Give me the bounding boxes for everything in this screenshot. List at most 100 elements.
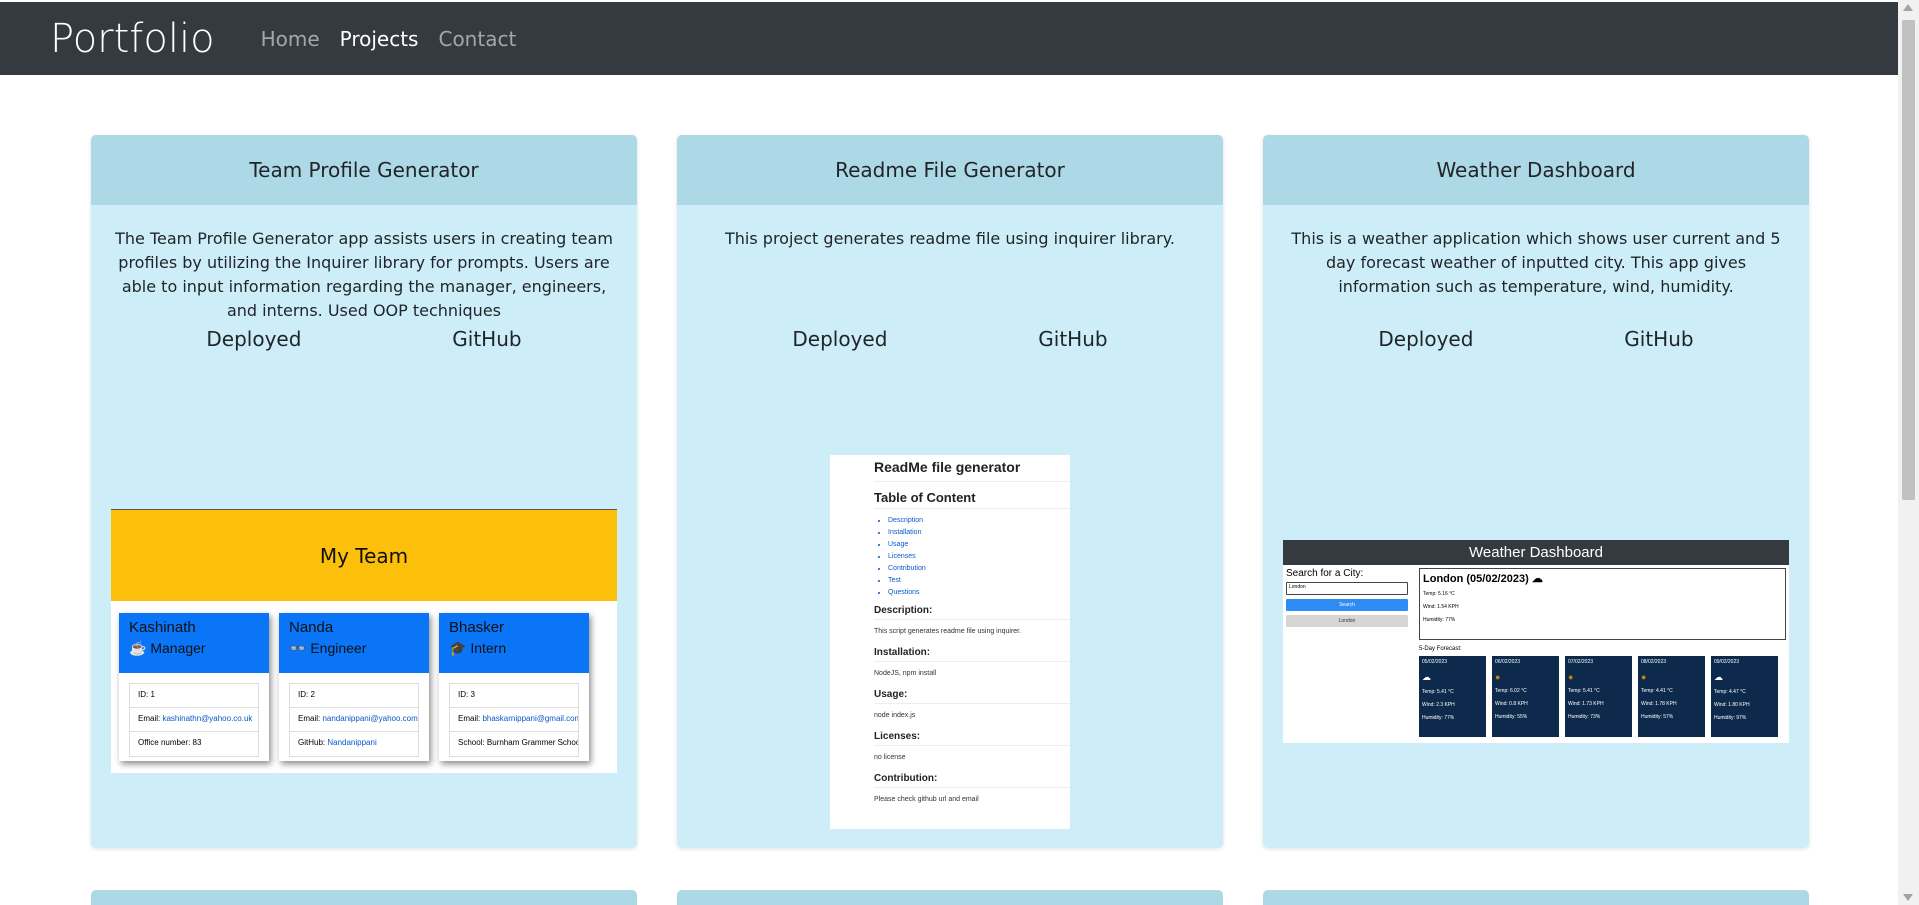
readme-section-text: Please check github url and email <box>874 796 979 803</box>
forecast-temp: Temp: 4.41 °C <box>1641 688 1673 694</box>
forecast-day: 07/02/2023 ● Temp: 5.41 °C Wind: 1.73 KP… <box>1565 656 1632 737</box>
toc-item[interactable]: Questions <box>888 587 1070 599</box>
member-email-link[interactable]: nandanippani@yahoo.com <box>322 714 417 723</box>
nav-home-link[interactable]: Home <box>261 27 320 51</box>
cloud-icon: ☁ <box>1714 672 1723 682</box>
page-scrollbar[interactable] <box>1898 0 1919 905</box>
forecast-humidity: Humidity: 57% <box>1641 714 1674 720</box>
member-name: Bhasker <box>449 619 505 636</box>
member-card: Bhasker 🎓 Intern ID: 3 Email: bhaskarnip… <box>439 613 589 761</box>
project-description: This is a weather application which show… <box>1291 229 1781 296</box>
member-email-label: Email: <box>138 714 163 723</box>
member-email-row: Email: bhaskarnippani@gmail.com <box>450 708 578 732</box>
team-profile-screenshot: My Team Kashinath ☕ Manager ID: 1 Email:… <box>111 509 617 773</box>
nav-contact-link[interactable]: Contact <box>438 27 516 51</box>
weather-current: London (05/02/2023) ☁ Temp: 5.16 °C Wind… <box>1419 568 1786 640</box>
forecast-humidity: Humidity: 55% <box>1495 714 1528 720</box>
project-card-weather: Weather Dashboard This is a weather appl… <box>1263 135 1809 848</box>
toc-item[interactable]: Usage <box>888 539 1070 551</box>
member-name: Kashinath <box>129 619 196 636</box>
weather-screenshot: Weather Dashboard Search for a City: Lon… <box>1283 540 1789 743</box>
member-office: Office number: 83 <box>138 738 202 747</box>
member-role: Manager <box>150 640 206 656</box>
forecast-day: 05/02/2023 ☁ Temp: 5.41 °C Wind: 2.3 KPH… <box>1419 656 1486 737</box>
weather-search-input[interactable]: London <box>1286 582 1408 595</box>
forecast-date: 07/02/2023 <box>1568 659 1594 665</box>
moon-icon: ● <box>1568 672 1574 682</box>
member-role-row: 👓 Engineer <box>289 640 419 657</box>
moon-icon: ● <box>1495 672 1501 682</box>
project-title: Team Profile Generator <box>91 135 637 205</box>
brand-link[interactable]: Portfolio <box>50 16 215 62</box>
member-id: ID: 1 <box>130 684 258 708</box>
forecast-wind: Wind: 1.78 KPH <box>1641 701 1677 707</box>
forecast-title: 5-Day Forecast: <box>1419 646 1462 652</box>
member-details: ID: 1 Email: kashinathn@yahoo.co.uk Offi… <box>129 683 259 757</box>
member-card: Nanda 👓 Engineer ID: 2 Email: nandanippa… <box>279 613 429 761</box>
readme-section-text: NodeJS, npm install <box>874 670 937 677</box>
member-card-header: Kashinath ☕ Manager <box>119 613 269 673</box>
readme-toc-title: Table of Content <box>874 490 1070 509</box>
readme-screenshot: ReadMe file generator Table of Content D… <box>830 455 1070 829</box>
toc-item[interactable]: Contribution <box>888 563 1070 575</box>
deployed-link[interactable]: Deployed <box>206 327 301 351</box>
member-id: ID: 2 <box>290 684 418 708</box>
project-card-partial <box>1263 890 1809 905</box>
forecast-day: 06/02/2023 ● Temp: 6.02 °C Wind: 0.8 KPH… <box>1492 656 1559 737</box>
team-member-cards: Kashinath ☕ Manager ID: 1 Email: kashina… <box>111 601 617 761</box>
weather-history-button[interactable]: London <box>1286 615 1408 627</box>
member-role: Engineer <box>310 640 367 656</box>
github-link[interactable]: GitHub <box>452 327 521 351</box>
weather-search-button[interactable]: Search <box>1286 599 1408 611</box>
toc-item[interactable]: Test <box>888 575 1070 587</box>
forecast-day: 09/02/2023 ☁ Temp: 4.47 °C Wind: 1.80 KP… <box>1711 656 1778 737</box>
github-link[interactable]: GitHub <box>1624 327 1693 351</box>
deployed-link[interactable]: Deployed <box>792 327 887 351</box>
toc-item[interactable]: Licenses <box>888 551 1070 563</box>
forecast-humidity: Humidity: 97% <box>1714 715 1747 721</box>
forecast-date: 06/02/2023 <box>1495 659 1521 665</box>
github-link[interactable]: GitHub <box>1038 327 1107 351</box>
project-card-readme: Readme File Generator This project gener… <box>677 135 1223 848</box>
member-email-row: Email: kashinathn@yahoo.co.uk <box>130 708 258 732</box>
toc-item[interactable]: Installation <box>888 527 1070 539</box>
moon-icon: ● <box>1641 672 1647 682</box>
member-github-label: GitHub: <box>298 738 328 747</box>
member-email-link[interactable]: kashinathn@yahoo.co.uk <box>162 714 252 723</box>
weather-humidity: Humidity: 77% <box>1423 617 1456 623</box>
forecast-humidity: Humidity: 77% <box>1422 715 1455 721</box>
project-card-partial <box>677 890 1223 905</box>
readme-section-heading: Licenses: <box>874 725 1070 746</box>
forecast-wind: Wind: 0.8 KPH <box>1495 701 1528 707</box>
readme-section-text: This script generates readme file using … <box>874 628 1022 635</box>
member-details: ID: 2 Email: nandanippani@yahoo.com GitH… <box>289 683 419 757</box>
readme-section-heading: Description: <box>874 599 1070 620</box>
readme-section-heading: Contribution: <box>874 767 1070 788</box>
member-card-header: Bhasker 🎓 Intern <box>439 613 589 673</box>
scroll-up-icon[interactable] <box>1903 4 1913 11</box>
deployed-link[interactable]: Deployed <box>1378 327 1473 351</box>
toc-item[interactable]: Description <box>888 515 1070 527</box>
scroll-thumb[interactable] <box>1902 20 1915 500</box>
scroll-down-icon[interactable] <box>1903 894 1913 901</box>
member-email-link[interactable]: bhaskarnippani@gmail.com <box>482 714 578 723</box>
team-banner: My Team <box>111 509 617 601</box>
project-card-partial <box>91 890 637 905</box>
readme-section-heading: Installation: <box>874 641 1070 662</box>
nav-projects-link[interactable]: Projects <box>340 27 419 51</box>
readme-section-text: node index.js <box>874 712 916 719</box>
project-links: Deployed GitHub <box>677 327 1223 351</box>
project-links: Deployed GitHub <box>1263 327 1809 351</box>
forecast-wind: Wind: 1.73 KPH <box>1568 701 1604 707</box>
member-school: School: Burnham Grammer School <box>458 738 578 747</box>
weather-city: London (05/02/2023) <box>1423 573 1529 585</box>
weather-wind: Wind: 1.54 KPH <box>1423 604 1459 610</box>
readme-content: ReadMe file generator Table of Content D… <box>830 455 1070 803</box>
glasses-icon: 👓 <box>289 640 307 656</box>
nav-links: Home Projects Contact <box>261 27 517 51</box>
member-github-link[interactable]: Nandanippani <box>327 738 376 747</box>
member-email-row: Email: nandanippani@yahoo.com <box>290 708 418 732</box>
member-role-row: ☕ Manager <box>129 640 259 657</box>
member-id: ID: 3 <box>450 684 578 708</box>
weather-temp: Temp: 5.16 °C <box>1423 591 1455 597</box>
